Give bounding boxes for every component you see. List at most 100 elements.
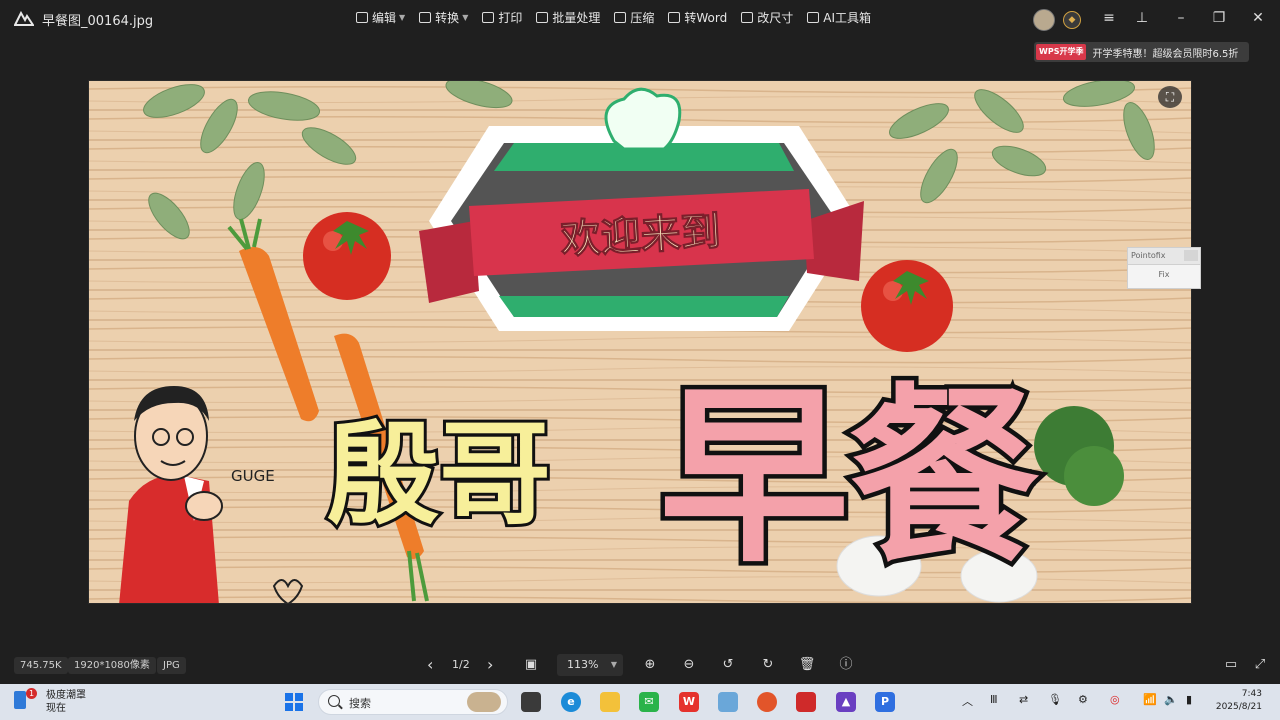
close-icon[interactable]: ✕: [1249, 9, 1267, 27]
compress-label: 压缩: [630, 11, 655, 25]
batch-icon: [536, 12, 549, 23]
notification-badge: 1: [26, 688, 37, 699]
thumbnail-panel-icon[interactable]: ▭: [1222, 656, 1240, 674]
pin-icon[interactable]: ⊥: [1133, 9, 1151, 27]
compress-icon: [614, 12, 627, 23]
clock-date: 2025/8/21: [1215, 702, 1262, 712]
fit-screen-icon[interactable]: ⛶: [1158, 86, 1182, 108]
edit-label: 编辑: [372, 11, 397, 25]
zoom-out-icon[interactable]: ⊖: [680, 656, 698, 674]
minimize-icon[interactable]: –: [1172, 9, 1190, 27]
title-bar: 早餐图_00164.jpg 编辑 ▼ 转换 ▼ 打印 批量处理 压缩 转Word 改…: [0, 0, 1280, 36]
convert-label: 转换: [435, 11, 460, 25]
tray-overflow-icon[interactable]: ︿: [962, 693, 973, 709]
battery-icon[interactable]: ▮: [1186, 693, 1192, 706]
promo-tag: WPS开学季: [1036, 44, 1087, 60]
zoom-value: 113%: [567, 658, 599, 671]
batch-label: 批量处理: [552, 11, 601, 25]
toolbar: 编辑 ▼ 转换 ▼ 打印 批量处理 压缩 转Word 改尺寸 AI工具箱: [356, 9, 885, 26]
microphone-icon[interactable]: 🎙: [1048, 693, 1062, 706]
weather-icon: [14, 691, 26, 709]
search-icon: [328, 695, 340, 707]
search-highlight-image: [467, 692, 501, 712]
info-icon[interactable]: ⓘ: [837, 656, 855, 674]
app-logo-icon: [14, 10, 34, 26]
weather-subtitle: 现在: [46, 703, 66, 714]
file-size: 745.75K: [14, 657, 68, 674]
title-breakfast-text: 早餐: [659, 367, 1039, 588]
to-word-button[interactable]: 转Word: [668, 9, 727, 26]
rotate-right-icon[interactable]: ↻: [759, 656, 777, 674]
tray-settings-icon[interactable]: ⚙: [1078, 693, 1088, 706]
taskbar: 1 极度潮罩 现在 搜索 e ✉ W ▲ P ︿ Ⅲ ⇄ 🎙 ⚙ ◎ 📶 🔈 ▮…: [0, 684, 1280, 720]
next-page-button[interactable]: ›: [487, 655, 493, 674]
image-viewer-icon[interactable]: [718, 692, 738, 712]
image-dimensions: 1920*1080像素: [68, 657, 156, 674]
menu-icon[interactable]: ≡: [1100, 9, 1118, 27]
promo-banner[interactable]: WPS开学季 开学季特惠！超级会员限时6.5折: [1034, 42, 1249, 62]
photo-app-icon[interactable]: ▲: [836, 692, 856, 712]
membership-icon[interactable]: ◆: [1063, 11, 1081, 29]
zoom-select[interactable]: 113% ▼: [557, 654, 623, 676]
file-format: JPG: [157, 657, 186, 674]
p-app-icon[interactable]: P: [875, 692, 895, 712]
delete-icon[interactable]: 🗑: [798, 656, 816, 674]
print-label: 打印: [498, 11, 523, 25]
chevron-down-icon: ▼: [462, 13, 469, 22]
print-button[interactable]: 打印: [482, 9, 522, 26]
compress-button[interactable]: 压缩: [614, 9, 654, 26]
capture-tool-icon[interactable]: [757, 692, 777, 712]
ai-icon: [807, 12, 820, 23]
tray-antivirus-icon[interactable]: ◎: [1110, 693, 1120, 706]
resize-label: 改尺寸: [757, 11, 794, 25]
fullscreen-icon[interactable]: ⤢: [1251, 656, 1269, 674]
image-canvas[interactable]: 欢迎来到 殷哥 早餐 GUGE: [88, 80, 1192, 604]
word-icon: [668, 12, 681, 23]
previous-page-button[interactable]: ‹: [427, 655, 433, 674]
chevron-down-icon: ▼: [610, 660, 617, 669]
edge-browser-icon[interactable]: e: [561, 692, 581, 712]
actual-size-icon[interactable]: ▣: [522, 656, 540, 674]
start-button[interactable]: [284, 692, 304, 712]
banner-text: 欢迎来到: [559, 209, 722, 263]
restore-icon[interactable]: ❐: [1210, 9, 1228, 27]
pointofix-body: Fix: [1158, 270, 1170, 279]
convert-button[interactable]: 转换 ▼: [419, 9, 468, 26]
edit-button[interactable]: 编辑 ▼: [356, 9, 405, 26]
windows-logo-icon: [285, 693, 303, 711]
weather-text: 极度潮罩 现在: [46, 689, 86, 715]
page-indicator: 1/2: [452, 658, 470, 671]
search-placeholder: 搜索: [349, 697, 371, 710]
breakfast-image: 欢迎来到 殷哥 早餐 GUGE: [89, 81, 1191, 603]
system-clock[interactable]: 7:43 2025/8/21: [1212, 688, 1262, 714]
to-word-label: 转Word: [684, 11, 728, 25]
viewer-statusbar: 745.75K 1920*1080像素 JPG ‹ 1/2 › ▣ 113% ▼…: [0, 648, 1280, 684]
edit-icon: [356, 12, 368, 23]
caption-text: GUGE: [231, 467, 275, 485]
resize-button[interactable]: 改尺寸: [741, 9, 793, 26]
wifi-icon[interactable]: 📶: [1143, 693, 1157, 706]
pointofix-widget[interactable]: Pointofix Fix: [1127, 247, 1201, 289]
chevron-down-icon: ▼: [399, 13, 406, 22]
wechat-icon[interactable]: ✉: [639, 692, 659, 712]
media-app-icon[interactable]: [796, 692, 816, 712]
title-name-text: 殷哥: [327, 410, 551, 540]
file-explorer-icon[interactable]: [600, 692, 620, 712]
weather-title: 极度潮罩: [46, 690, 86, 701]
rotate-left-icon[interactable]: ↺: [719, 656, 737, 674]
wps-office-icon[interactable]: W: [679, 692, 699, 712]
clock-time: 7:43: [1241, 689, 1262, 699]
window-title: 早餐图_00164.jpg: [42, 14, 154, 29]
print-icon: [482, 12, 495, 23]
pointofix-close-button[interactable]: [1184, 250, 1198, 261]
tray-app-icon[interactable]: Ⅲ: [990, 693, 998, 706]
batch-button[interactable]: 批量处理: [536, 9, 600, 26]
avatar[interactable]: [1033, 9, 1055, 31]
volume-icon[interactable]: 🔈: [1164, 693, 1178, 706]
resize-icon: [741, 12, 754, 23]
taskbar-search[interactable]: 搜索: [318, 689, 508, 715]
ai-toolbox-button[interactable]: AI工具箱: [807, 9, 871, 26]
task-view-icon[interactable]: [521, 692, 541, 712]
zoom-in-icon[interactable]: ⊕: [641, 656, 659, 674]
tray-network-app-icon[interactable]: ⇄: [1019, 693, 1028, 706]
